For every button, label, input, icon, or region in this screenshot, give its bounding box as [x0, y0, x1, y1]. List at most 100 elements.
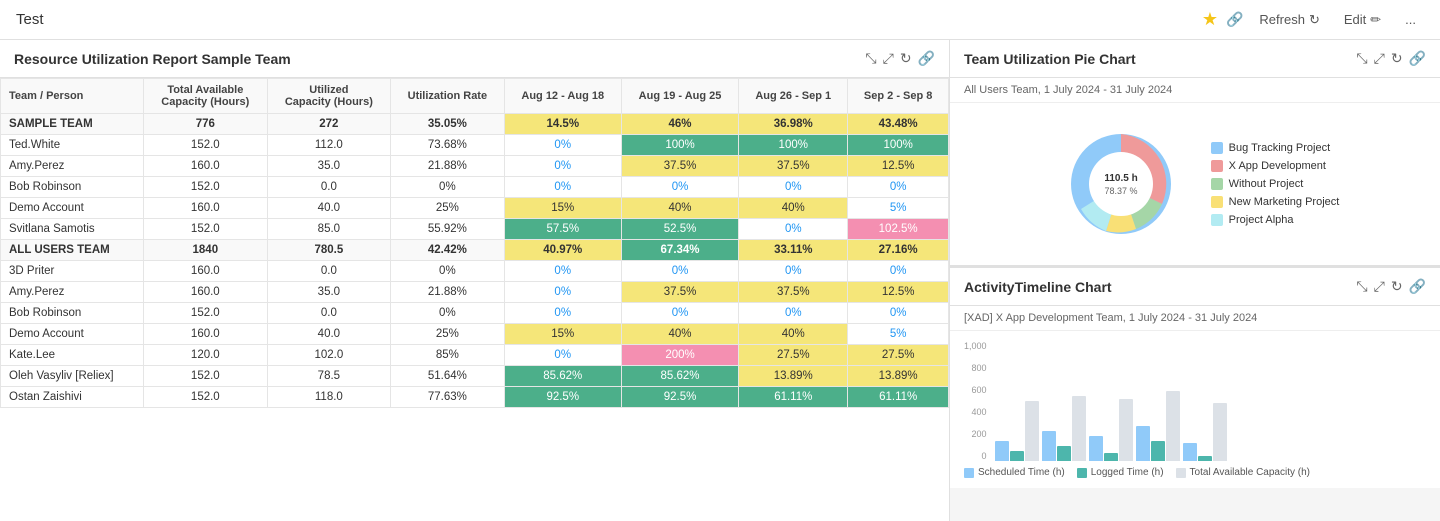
- cell-name-5: Svitlana Samotis: [1, 219, 144, 240]
- cell-w1-13: 92.5%: [504, 387, 621, 408]
- cell-w3-9: 0%: [739, 303, 848, 324]
- timeline-panel: ActivityTimeline Chart ⤡ ⤢ ↻ 🔗 [XAD] X A…: [950, 268, 1440, 488]
- cell-available-7: 160.0: [144, 261, 268, 282]
- col-team-person: Team / Person: [1, 79, 144, 114]
- refresh-icon[interactable]: ↻: [900, 50, 912, 67]
- cell-rate-11: 85%: [391, 345, 504, 366]
- cell-w1-2: 0%: [504, 156, 621, 177]
- legend-alpha-label: Project Alpha: [1229, 214, 1294, 226]
- cell-available-6: 1840: [144, 240, 268, 261]
- cell-available-11: 120.0: [144, 345, 268, 366]
- y-axis: 1,000 800 600 400 200 0: [964, 341, 991, 461]
- pie-subtitle: All Users Team, 1 July 2024 - 31 July 20…: [950, 78, 1440, 103]
- share-icon[interactable]: 🔗: [918, 50, 935, 67]
- cell-rate-6: 42.42%: [391, 240, 504, 261]
- legend-bug-tracking: Bug Tracking Project: [1211, 142, 1340, 154]
- cell-w2-3: 0%: [621, 177, 738, 198]
- bar-group-3: [1089, 399, 1133, 461]
- cell-available-1: 152.0: [144, 135, 268, 156]
- cell-w4-1: 100%: [848, 135, 949, 156]
- cell-rate-8: 21.88%: [391, 282, 504, 303]
- bar-logged-1: [1010, 451, 1024, 461]
- timeline-refresh-icon[interactable]: ↻: [1391, 278, 1403, 295]
- cell-w3-11: 27.5%: [739, 345, 848, 366]
- timeline-share-icon[interactable]: 🔗: [1409, 278, 1426, 295]
- cell-utilized-12: 78.5: [267, 366, 391, 387]
- bar-group-5: [1183, 403, 1227, 461]
- bar-group-1: [995, 401, 1039, 461]
- cell-w3-1: 100%: [739, 135, 848, 156]
- bar-capacity-1: [1025, 401, 1039, 461]
- chart-legend-scheduled-label: Scheduled Time (h): [978, 467, 1065, 478]
- svg-text:78.37 %: 78.37 %: [1104, 186, 1137, 196]
- right-panel: Team Utilization Pie Chart ⤡ ⤢ ↻ 🔗 All U…: [950, 40, 1440, 521]
- cell-w2-8: 37.5%: [621, 282, 738, 303]
- star-icon[interactable]: ★: [1202, 9, 1218, 30]
- cell-utilized-6: 780.5: [267, 240, 391, 261]
- y-0: 0: [982, 451, 987, 461]
- legend-bug-label: Bug Tracking Project: [1229, 142, 1331, 154]
- pie-area: 110.5 h 78.37 % Bug Tracking Project X A…: [950, 103, 1440, 265]
- cell-available-2: 160.0: [144, 156, 268, 177]
- cell-w2-2: 37.5%: [621, 156, 738, 177]
- cell-name-3: Bob Robinson: [1, 177, 144, 198]
- timeline-panel-actions: ⤡ ⤢ ↻ 🔗: [1356, 278, 1426, 295]
- cell-rate-12: 51.64%: [391, 366, 504, 387]
- cell-w1-7: 0%: [504, 261, 621, 282]
- y-800: 800: [972, 363, 987, 373]
- cell-name-6: ALL USERS TEAM: [1, 240, 144, 261]
- cell-w1-9: 0%: [504, 303, 621, 324]
- pie-refresh-icon[interactable]: ↻: [1391, 50, 1403, 67]
- timeline-minimize-icon[interactable]: ⤡: [1356, 278, 1367, 295]
- cell-utilized-11: 102.0: [267, 345, 391, 366]
- link-icon[interactable]: 🔗: [1226, 11, 1243, 28]
- cell-rate-1: 73.68%: [391, 135, 504, 156]
- timeline-subtitle: [XAD] X App Development Team, 1 July 202…: [950, 306, 1440, 331]
- cell-w2-1: 100%: [621, 135, 738, 156]
- cell-w1-12: 85.62%: [504, 366, 621, 387]
- cell-available-10: 160.0: [144, 324, 268, 345]
- bar-logged-4: [1151, 441, 1165, 461]
- cell-w4-10: 5%: [848, 324, 949, 345]
- cell-utilized-9: 0.0: [267, 303, 391, 324]
- chart-legend-logged: Logged Time (h): [1077, 467, 1164, 478]
- pie-chart-panel: Team Utilization Pie Chart ⤡ ⤢ ↻ 🔗 All U…: [950, 40, 1440, 268]
- pie-minimize-icon[interactable]: ⤡: [1356, 50, 1367, 67]
- cell-utilized-10: 40.0: [267, 324, 391, 345]
- cell-rate-5: 55.92%: [391, 219, 504, 240]
- bar-group-2: [1042, 396, 1086, 461]
- cell-w1-1: 0%: [504, 135, 621, 156]
- pie-maximize-icon[interactable]: ⤢: [1374, 50, 1385, 67]
- cell-w2-11: 200%: [621, 345, 738, 366]
- cell-w2-12: 85.62%: [621, 366, 738, 387]
- legend-marketing-dot: [1211, 196, 1223, 208]
- cell-available-3: 152.0: [144, 177, 268, 198]
- maximize-icon[interactable]: ⤢: [883, 50, 894, 67]
- cell-w1-4: 15%: [504, 198, 621, 219]
- bar-capacity-5: [1213, 403, 1227, 461]
- pie-share-icon[interactable]: 🔗: [1409, 50, 1426, 67]
- chart-legend-capacity-label: Total Available Capacity (h): [1190, 467, 1310, 478]
- bar-scheduled-3: [1089, 436, 1103, 461]
- cell-name-4: Demo Account: [1, 198, 144, 219]
- minimize-icon[interactable]: ⤡: [865, 50, 876, 67]
- bar-capacity-2: [1072, 396, 1086, 461]
- cell-w2-5: 52.5%: [621, 219, 738, 240]
- cell-w2-9: 0%: [621, 303, 738, 324]
- chart-legend-logged-dot: [1077, 468, 1087, 478]
- cell-w3-0: 36.98%: [739, 114, 848, 135]
- more-button[interactable]: ...: [1397, 8, 1424, 31]
- chart-legend-logged-label: Logged Time (h): [1091, 467, 1164, 478]
- top-bar: Test ★ 🔗 Refresh ↻ Edit ✏ ...: [0, 0, 1440, 40]
- cell-name-9: Bob Robinson: [1, 303, 144, 324]
- refresh-button[interactable]: Refresh ↻: [1251, 8, 1327, 32]
- edit-button[interactable]: Edit ✏: [1336, 8, 1389, 32]
- cell-name-1: Ted.White: [1, 135, 144, 156]
- legend-marketing-label: New Marketing Project: [1229, 196, 1340, 208]
- col-w4: Sep 2 - Sep 8: [848, 79, 949, 114]
- left-panel: Resource Utilization Report Sample Team …: [0, 40, 950, 521]
- cell-name-7: 3D Priter: [1, 261, 144, 282]
- timeline-maximize-icon[interactable]: ⤢: [1374, 278, 1385, 295]
- cell-w3-10: 40%: [739, 324, 848, 345]
- cell-utilized-13: 118.0: [267, 387, 391, 408]
